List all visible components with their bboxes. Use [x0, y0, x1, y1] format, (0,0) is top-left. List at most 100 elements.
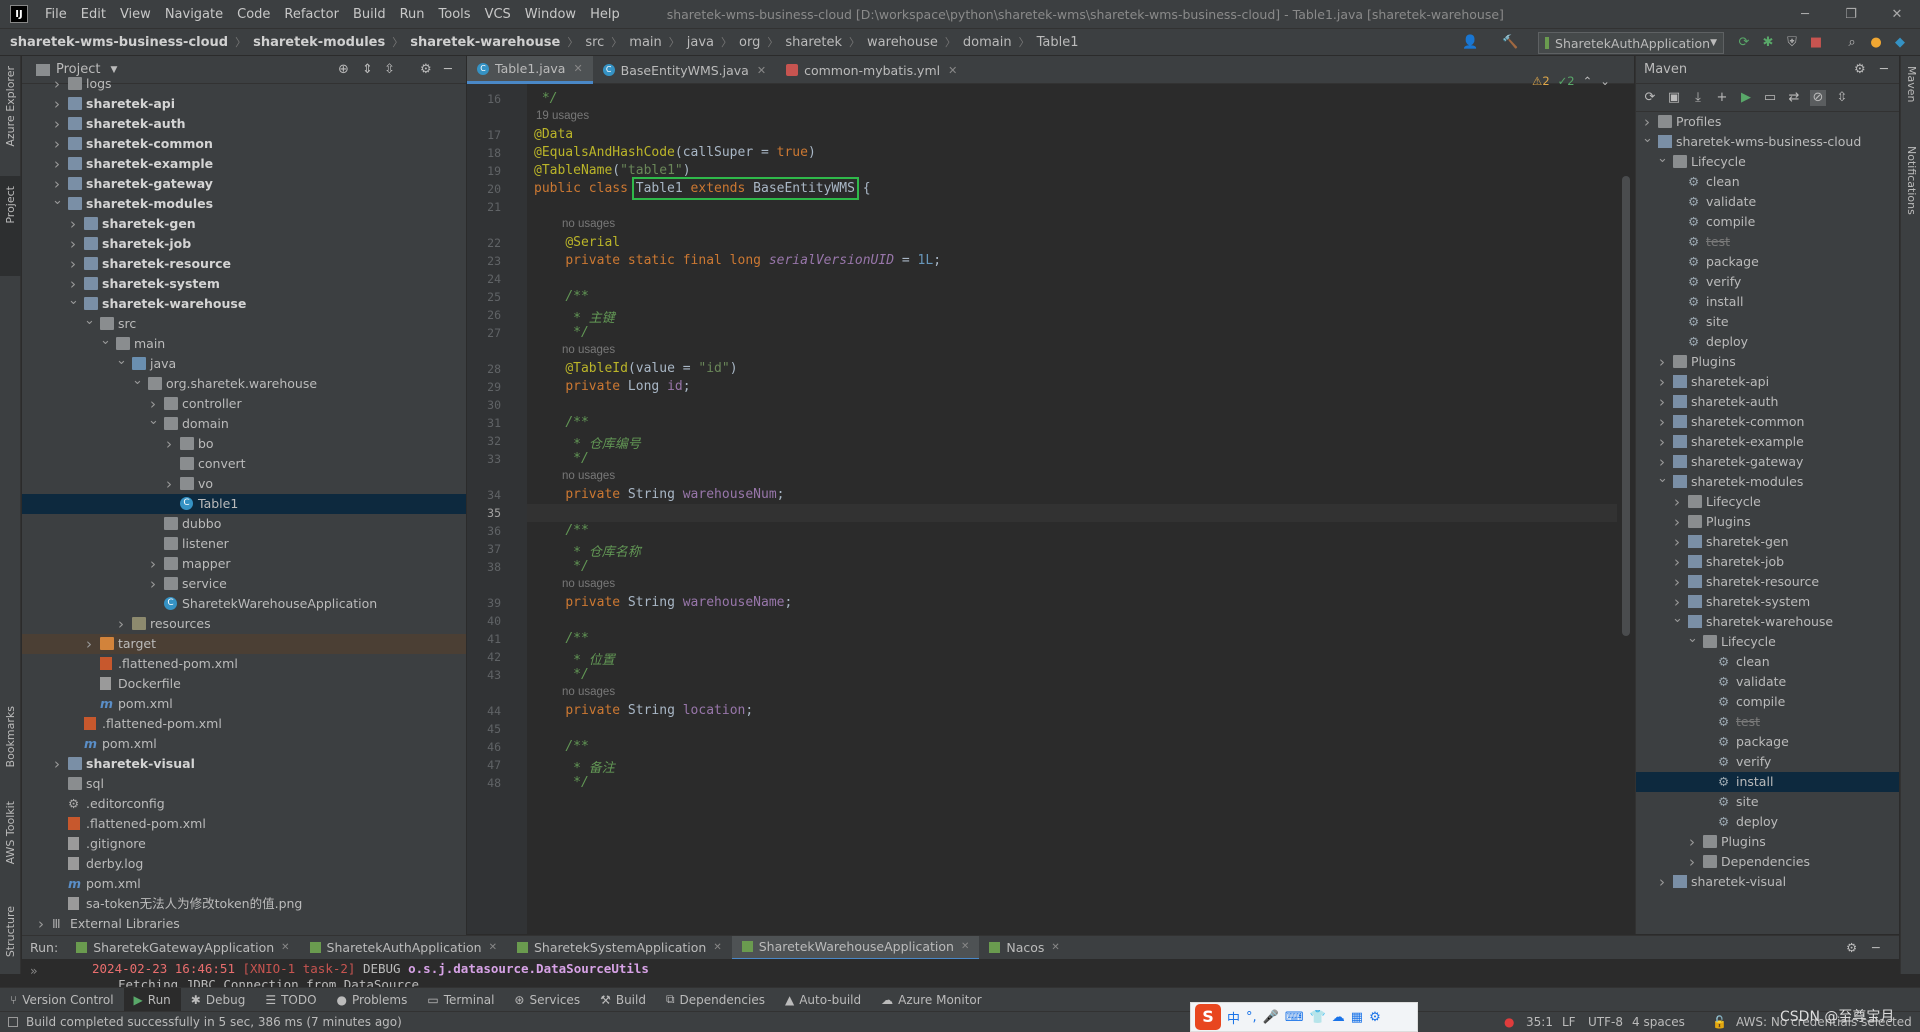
menu-tools[interactable]: Tools: [432, 7, 478, 22]
project-tree-item[interactable]: ⌄ src: [22, 313, 466, 334]
run-tab[interactable]: SharetekWarehouseApplication ✕: [731, 935, 980, 960]
project-tree-item[interactable]: ⌄ main: [22, 331, 466, 354]
update-icon[interactable]: ●: [1868, 35, 1884, 51]
project-tree-item[interactable]: › logs: [22, 74, 466, 94]
project-tree-item[interactable]: › sharetek-resource: [22, 254, 466, 274]
project-tree-item[interactable]: ⌄ org.sharetek.warehouse: [22, 373, 466, 394]
maven-tree-item[interactable]: ⚙ site: [1636, 312, 1899, 332]
chevron-down-icon[interactable]: ⌄: [100, 331, 111, 351]
plugin-icon[interactable]: ◆: [1892, 35, 1908, 51]
tool-window-services[interactable]: ⊛ Services: [504, 988, 590, 1012]
breadcrumb-item[interactable]: sharetek: [785, 35, 842, 50]
tool-window-dependencies[interactable]: ⧉ Dependencies: [656, 988, 775, 1012]
chevron-right-icon[interactable]: ›: [164, 434, 174, 454]
maven-tree-item[interactable]: ⚙ validate: [1636, 192, 1899, 212]
close-tab-icon[interactable]: ✕: [489, 936, 497, 960]
maven-tree-item[interactable]: ⚙ compile: [1636, 692, 1899, 712]
project-tree-item[interactable]: › controller: [22, 394, 466, 414]
project-tree-item[interactable]: m pom.xml: [22, 734, 466, 754]
code-line[interactable]: private String warehouseName;: [534, 595, 792, 610]
project-tree-item[interactable]: .gitignore: [22, 834, 466, 854]
cloud-icon[interactable]: ☁: [1332, 1010, 1345, 1025]
close-tab-icon[interactable]: ✕: [948, 64, 957, 77]
code-line[interactable]: private String warehouseNum;: [534, 487, 784, 502]
breadcrumb-item[interactable]: warehouse: [867, 35, 938, 50]
close-tab-icon[interactable]: ✕: [573, 62, 582, 75]
maven-tree-item[interactable]: › sharetek-resource: [1636, 572, 1899, 592]
restore-icon[interactable]: ❐: [1828, 7, 1874, 22]
maven-tree-item[interactable]: ⌄ sharetek-modules: [1636, 471, 1899, 492]
project-tree-item[interactable]: › vo: [22, 474, 466, 494]
maven-tree-item[interactable]: ⚙ install: [1636, 292, 1899, 312]
run-console[interactable]: 2024-02-23 16:46:51 [XNIO-1 task-2] DEBU…: [22, 959, 1899, 987]
chevron-right-icon[interactable]: ›: [52, 134, 62, 154]
project-tree-item[interactable]: .flattened-pom.xml: [22, 714, 466, 734]
maven-tree-item[interactable]: ⌄ Lifecycle: [1636, 631, 1899, 652]
notifications-tab[interactable]: Notifications: [1905, 146, 1918, 215]
maven-tree-item[interactable]: › Plugins: [1636, 352, 1899, 372]
project-tree-item[interactable]: › sharetek-system: [22, 274, 466, 294]
chevron-right-icon[interactable]: ›: [1657, 352, 1667, 372]
tool-window-run[interactable]: ▶ Run: [123, 987, 181, 1012]
project-tree-item[interactable]: sa-token无法人为修改token的值.png: [22, 894, 466, 914]
code-line[interactable]: /**: [534, 289, 588, 304]
project-tree-item[interactable]: › sharetek-api: [22, 94, 466, 114]
code-line[interactable]: @EqualsAndHashCode(callSuper = true): [534, 145, 816, 160]
project-tree-item[interactable]: › target: [22, 634, 466, 654]
editor-tab[interactable]: C Table1.java ✕: [467, 56, 593, 84]
skip-tests-icon[interactable]: ⊘: [1810, 90, 1826, 106]
maven-tree-item[interactable]: ⚙ test: [1636, 712, 1899, 732]
status-message[interactable]: Build completed successfully in 5 sec, 3…: [26, 1015, 402, 1029]
menu-build[interactable]: Build: [346, 7, 393, 22]
menu-code[interactable]: Code: [230, 7, 277, 22]
maven-tree-item[interactable]: ⚙ package: [1636, 252, 1899, 272]
project-tree-item[interactable]: ⌄ domain: [22, 413, 466, 434]
microphone-icon[interactable]: 🎤: [1263, 1010, 1279, 1025]
project-tree-item[interactable]: › mapper: [22, 554, 466, 574]
chevron-right-icon[interactable]: ›: [1687, 852, 1697, 872]
code-line[interactable]: private String location;: [534, 703, 753, 718]
maven-tree-item[interactable]: ⚙ clean: [1636, 652, 1899, 672]
add-folder-icon[interactable]: ▣: [1666, 90, 1682, 106]
chevron-right-icon[interactable]: ›: [68, 234, 78, 254]
ime-lang[interactable]: 中: [1227, 1008, 1240, 1027]
project-tree-item[interactable]: derby.log: [22, 854, 466, 874]
indent-setting[interactable]: 4 spaces: [1632, 1015, 1685, 1029]
tool-window-problems[interactable]: ● Problems: [327, 988, 418, 1012]
breadcrumb-item[interactable]: domain: [963, 35, 1012, 50]
collapse-icon[interactable]: ⇳: [1834, 90, 1850, 106]
code-line[interactable]: * 备注: [534, 757, 615, 776]
maven-tree-item[interactable]: ⚙ verify: [1636, 272, 1899, 292]
code-line[interactable]: @TableName("table1"): [534, 163, 691, 178]
project-tree-item[interactable]: › Ⅲ External Libraries: [22, 914, 466, 934]
stop-icon[interactable]: ■: [1808, 35, 1824, 51]
menu-file[interactable]: File: [38, 7, 74, 22]
chevron-down-icon[interactable]: ⌄: [1642, 129, 1653, 149]
maven-tree-item[interactable]: › sharetek-api: [1636, 372, 1899, 392]
maven-tree-item[interactable]: › sharetek-job: [1636, 552, 1899, 572]
gear-icon[interactable]: ⚙: [1846, 940, 1857, 955]
code-line[interactable]: */: [534, 667, 589, 682]
maven-tree-item[interactable]: ⚙ compile: [1636, 212, 1899, 232]
chevron-right-icon[interactable]: ›: [1657, 372, 1667, 392]
chevron-down-icon[interactable]: ▼: [110, 65, 117, 75]
breadcrumb-item[interactable]: sharetek-warehouse: [410, 35, 560, 50]
gear-icon[interactable]: ⚙: [1854, 62, 1866, 77]
editor-tab[interactable]: C BaseEntityWMS.java ✕: [593, 56, 776, 84]
close-tab-icon[interactable]: ✕: [1051, 936, 1059, 960]
close-tab-icon[interactable]: ✕: [281, 936, 289, 960]
chevron-right-icon[interactable]: ›: [1657, 872, 1667, 892]
editor-tab[interactable]: common-mybatis.yml ✕: [776, 56, 967, 84]
tool-window-build[interactable]: ⚒ Build: [590, 988, 656, 1012]
run-config-selector[interactable]: SharetekAuthApplication ▼: [1538, 32, 1724, 54]
project-tree-item[interactable]: C SharetekWarehouseApplication: [22, 594, 466, 614]
download-icon[interactable]: ⤓: [1690, 90, 1706, 106]
project-tree-item[interactable]: convert: [22, 454, 466, 474]
project-tree-item[interactable]: ⌄ java: [22, 353, 466, 374]
chevron-up-icon[interactable]: ⌃: [1583, 74, 1593, 88]
editor-scrollbar[interactable]: [1622, 176, 1630, 636]
ime-toolbar[interactable]: S 中 °, 🎤 ⌨ 👕 ☁ ▦ ⚙: [1190, 1002, 1418, 1032]
maven-tree-item[interactable]: › sharetek-common: [1636, 412, 1899, 432]
project-tree-item[interactable]: Dockerfile: [22, 674, 466, 694]
maven-tree-item[interactable]: › sharetek-gen: [1636, 532, 1899, 552]
